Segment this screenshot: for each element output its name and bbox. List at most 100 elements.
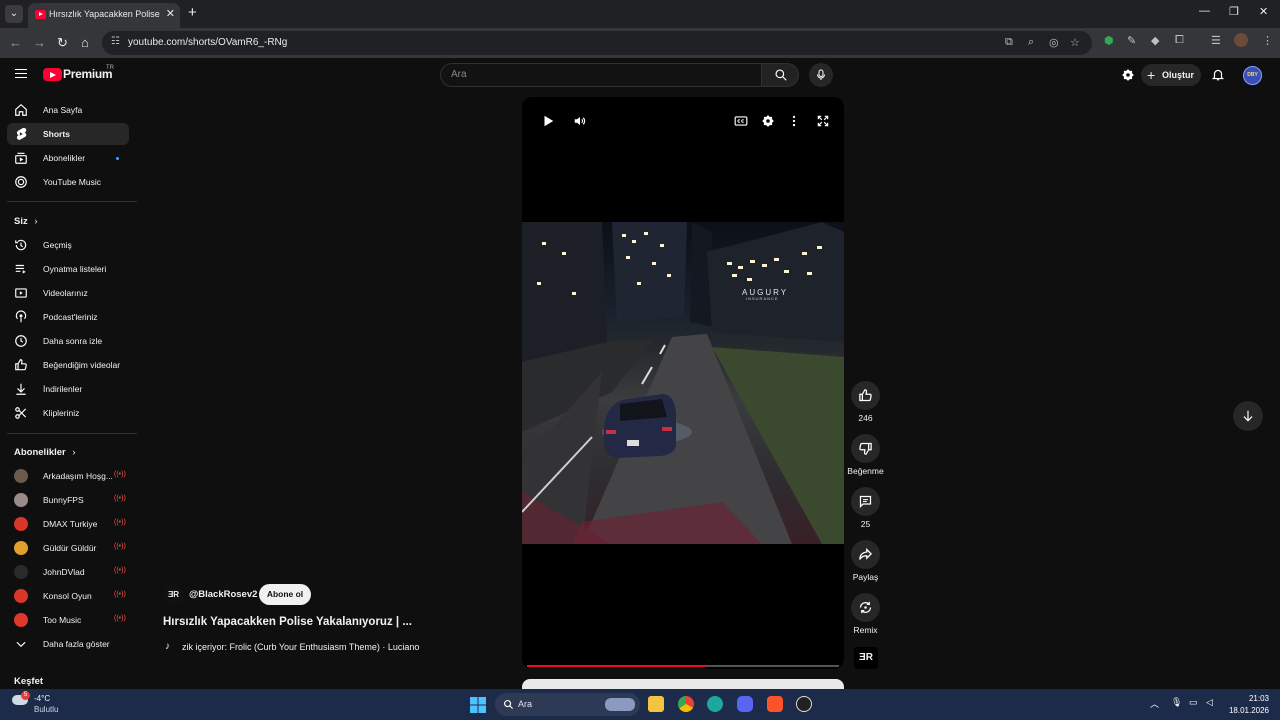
weather-desc[interactable]: Bulutlu bbox=[34, 705, 58, 714]
search-placeholder: Ara bbox=[451, 69, 467, 80]
search-button[interactable] bbox=[761, 63, 799, 87]
show-hidden-icons-icon[interactable]: ︿ bbox=[1150, 697, 1159, 710]
sidebar-item-liked-videos[interactable]: Beğendiğim videolar bbox=[7, 354, 129, 376]
comments-button[interactable] bbox=[851, 487, 880, 516]
sidebar-item-label: DMAX Turkiye bbox=[43, 519, 98, 529]
extension-diamond-icon[interactable]: ◆ bbox=[1151, 34, 1159, 47]
sidebar-item-subscription[interactable]: Too Music ((•)) bbox=[7, 609, 129, 631]
sidebar-item-label: Daha sonra izle bbox=[43, 336, 103, 346]
reload-icon[interactable]: ↻ bbox=[57, 35, 68, 51]
home-icon[interactable]: ⌂ bbox=[81, 35, 89, 50]
sidebar-item-subscription[interactable]: JohnDVlad ((•)) bbox=[7, 561, 129, 583]
play-icon[interactable] bbox=[541, 114, 555, 128]
extension-shield-icon[interactable]: ⬢ bbox=[1104, 34, 1114, 47]
logo-text[interactable]: Premium bbox=[63, 67, 113, 81]
address-bar[interactable]: ☷ youtube.com/shorts/OVamR6_-RNg ⧉ ⌕ ◎ ☆ bbox=[102, 31, 1092, 55]
live-icon: ((•)) bbox=[114, 519, 126, 526]
steam-icon[interactable] bbox=[796, 696, 812, 712]
eye-off-icon[interactable]: ◎ bbox=[1049, 36, 1059, 49]
minimize-icon[interactable]: — bbox=[1199, 5, 1210, 17]
sidebar-subscriptions-heading[interactable]: Abonelikler › bbox=[14, 447, 76, 458]
sidebar-item-subscription[interactable]: Arkadaşım Hoşg... ((•)) bbox=[7, 465, 129, 487]
sidebar-item-subscription[interactable]: Konsol Oyun ((•)) bbox=[7, 585, 129, 607]
channel-avatar-small[interactable]: ƎR bbox=[854, 647, 878, 669]
profile-avatar[interactable] bbox=[1234, 33, 1248, 47]
sidebar-item-clips[interactable]: Klipleriniz bbox=[7, 402, 129, 424]
search-input[interactable]: Ara bbox=[440, 63, 762, 87]
install-app-icon[interactable]: ⧉ bbox=[1005, 36, 1013, 49]
sidebar-item-podcasts[interactable]: Podcast'leriniz bbox=[7, 306, 129, 328]
shorts-player[interactable]: AUGURY INSURANCE bbox=[522, 97, 844, 669]
menu-icon[interactable] bbox=[15, 69, 27, 78]
clock-time[interactable]: 21:03 bbox=[1227, 694, 1269, 703]
weather-temp[interactable]: -4°C bbox=[34, 694, 50, 703]
file-explorer-icon[interactable] bbox=[648, 696, 664, 712]
microphone-tray-icon[interactable]: 🎙 bbox=[1171, 697, 1182, 708]
discord-icon[interactable] bbox=[737, 696, 753, 712]
music-credit[interactable]: zik içeriyor: Frolic (Curb Your Enthusia… bbox=[182, 642, 419, 652]
edge-icon[interactable] bbox=[707, 696, 723, 712]
volume-icon[interactable] bbox=[573, 114, 587, 128]
more-options-icon[interactable] bbox=[787, 114, 801, 128]
windows-start-icon[interactable] bbox=[470, 697, 486, 713]
speaker-icon[interactable]: ◁ bbox=[1206, 697, 1213, 708]
tab-search-button[interactable]: ⌄ bbox=[5, 5, 23, 23]
browser-tab-strip: ⌄ Hırsızlık Yapacakken Polise Yaka ✕ + —… bbox=[0, 0, 1280, 28]
channel-avatar bbox=[14, 613, 28, 627]
sidebar-item-subscription[interactable]: Güldür Güldür ((•)) bbox=[7, 537, 129, 559]
reading-list-icon[interactable]: ☰ bbox=[1211, 34, 1221, 47]
settings-icon[interactable] bbox=[761, 114, 775, 128]
sidebar-item-playlists[interactable]: Oynatma listeleri bbox=[7, 258, 129, 280]
sidebar-item-subscription[interactable]: BunnyFPS ((•)) bbox=[7, 489, 129, 511]
sidebar-item-history[interactable]: Geçmiş bbox=[7, 234, 129, 256]
history-icon bbox=[15, 239, 27, 251]
chrome-icon[interactable] bbox=[678, 696, 694, 712]
fullscreen-icon[interactable] bbox=[816, 114, 830, 128]
sidebar-item-home[interactable]: Ana Sayfa bbox=[7, 99, 129, 121]
sidebar-item-downloads[interactable]: İndirilenler bbox=[7, 378, 129, 400]
show-more-button[interactable]: Daha fazla göster bbox=[7, 633, 129, 655]
new-tab-button[interactable]: + bbox=[188, 4, 197, 21]
voice-search-button[interactable] bbox=[809, 63, 833, 87]
video-frame: AUGURY INSURANCE bbox=[522, 222, 844, 544]
subscribe-button[interactable]: Abone ol bbox=[259, 584, 311, 605]
zoom-icon[interactable]: ⌕ bbox=[1028, 36, 1034, 49]
restore-icon[interactable]: ❐ bbox=[1229, 5, 1239, 18]
sidebar-item-watch-later[interactable]: Daha sonra izle bbox=[7, 330, 129, 352]
captions-icon[interactable] bbox=[734, 114, 748, 128]
chrome-menu-icon[interactable]: ⋮ bbox=[1262, 34, 1273, 47]
forward-icon[interactable]: → bbox=[33, 35, 46, 50]
bookmark-star-icon[interactable]: ☆ bbox=[1070, 36, 1080, 49]
next-short-button[interactable] bbox=[1233, 401, 1263, 431]
share-button[interactable] bbox=[851, 540, 880, 569]
account-avatar[interactable]: DBY bbox=[1243, 66, 1262, 85]
notifications-bell-icon[interactable] bbox=[1211, 67, 1225, 82]
sidebar-item-subscription[interactable]: DMAX Turkiye ((•)) bbox=[7, 513, 129, 535]
site-info-icon[interactable]: ☷ bbox=[111, 36, 120, 47]
back-icon[interactable]: ← bbox=[9, 35, 22, 50]
close-tab-icon[interactable]: ✕ bbox=[166, 7, 175, 20]
taskbar-search[interactable]: Ara bbox=[495, 693, 640, 716]
brave-icon[interactable] bbox=[767, 696, 783, 712]
sidebar-item-your-videos[interactable]: Videolarınız bbox=[7, 282, 129, 304]
like-button[interactable] bbox=[851, 381, 880, 410]
sidebar-you-heading[interactable]: Siz › bbox=[14, 216, 38, 227]
extensions-puzzle-icon[interactable]: ⧠ bbox=[1175, 34, 1184, 47]
browser-tab[interactable]: Hırsızlık Yapacakken Polise Yaka ✕ bbox=[28, 3, 180, 28]
window-close-icon[interactable]: ✕ bbox=[1259, 5, 1268, 18]
clock-date[interactable]: 18.01.2026 bbox=[1220, 706, 1269, 715]
video-progress-bar[interactable] bbox=[527, 665, 839, 667]
sidebar-item-shorts[interactable]: Shorts bbox=[7, 123, 129, 145]
network-icon[interactable]: ▭ bbox=[1189, 697, 1198, 708]
sidebar-item-subscriptions[interactable]: Abonelikler bbox=[7, 147, 129, 169]
extension-pen-icon[interactable]: ✎ bbox=[1127, 34, 1136, 47]
channel-handle[interactable]: @BlackRosev2 bbox=[189, 589, 257, 600]
video-title[interactable]: Hırsızlık Yapacakken Polise Yakalanıyoru… bbox=[163, 616, 412, 628]
dislike-button[interactable] bbox=[851, 434, 880, 463]
youtube-logo-icon[interactable] bbox=[43, 68, 62, 81]
remix-button[interactable] bbox=[851, 593, 880, 622]
shorts-remix-icon[interactable] bbox=[1121, 68, 1135, 82]
channel-avatar[interactable]: ƎR bbox=[163, 584, 184, 605]
sidebar-item-youtube-music[interactable]: YouTube Music bbox=[7, 171, 129, 193]
create-button[interactable]: + Oluştur bbox=[1141, 64, 1201, 86]
